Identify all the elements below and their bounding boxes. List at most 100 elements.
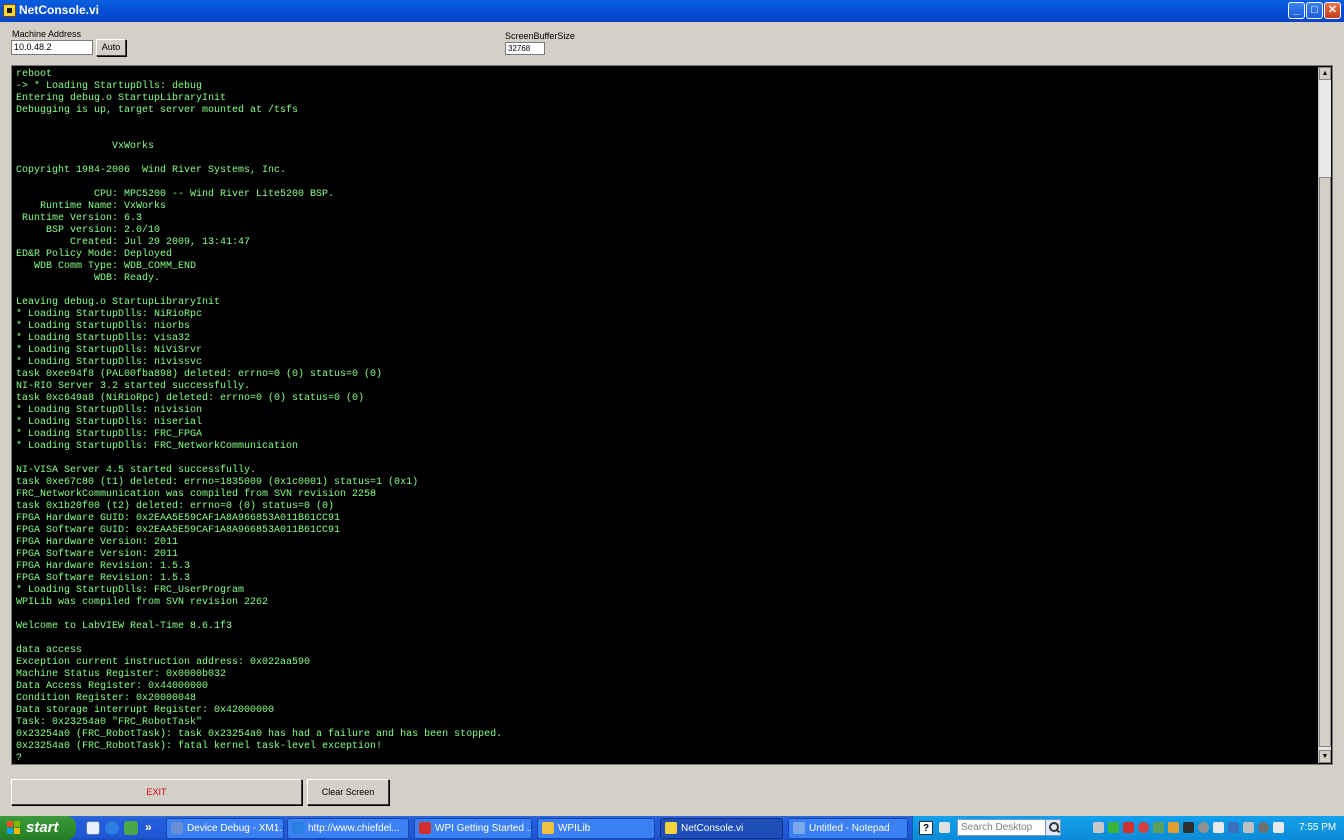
tray-icon-signal[interactable]	[1108, 822, 1119, 833]
console-line: * Loading StartupDlls: FRC_UserProgram	[16, 585, 245, 596]
search-icon[interactable]	[1045, 819, 1061, 836]
clear-screen-button[interactable]: Clear Screen	[307, 779, 389, 805]
start-label: start	[26, 819, 59, 836]
console-line: task 0xee94f8 (PAL00fba898) deleted: err…	[16, 369, 383, 380]
quicklaunch-overflow-icon[interactable]: »	[145, 820, 152, 834]
help-icon[interactable]: ?	[919, 821, 933, 835]
tray-icon-9[interactable]	[1213, 822, 1224, 833]
scroll-up-arrow-icon[interactable]: ▲	[1319, 67, 1331, 80]
console-line: FPGA Hardware GUID: 0x2EAA5E59CAF1A8A966…	[16, 513, 341, 524]
taskbar-item-label: Device Debug - XM1...	[187, 823, 284, 834]
scrollbar-thumb[interactable]	[1319, 177, 1331, 747]
taskbar-item[interactable]: Untitled - Notepad	[788, 818, 908, 839]
scroll-down-arrow-icon[interactable]: ▼	[1319, 750, 1331, 763]
console-line: FRC_NetworkCommunication was compiled fr…	[16, 489, 377, 500]
minimize-button[interactable]: _	[1288, 2, 1305, 19]
console-line: * Loading StartupDlls: FRC_FPGA	[16, 429, 203, 440]
console-line: CPU: MPC5200 -- Wind River Lite5200 BSP.	[16, 189, 335, 200]
machine-address-input[interactable]: 10.0.48.2	[11, 40, 93, 55]
console-line: Machine Status Register: 0x0000b032	[16, 669, 227, 680]
app-icon[interactable]	[3, 4, 16, 17]
taskbar-item-label: WPILib	[558, 823, 591, 834]
taskbar-item-icon	[292, 822, 304, 834]
console-line: ?	[16, 753, 23, 763]
console-line: Leaving debug.o StartupLibraryInit	[16, 297, 221, 308]
taskbar-item[interactable]: WPI Getting Started ...	[414, 818, 532, 839]
console-line: Runtime Version: 6.3	[16, 213, 143, 224]
tray-icon-5[interactable]	[1153, 822, 1164, 833]
console-line: Condition Register: 0x20000048	[16, 693, 197, 704]
console-line: FPGA Hardware Version: 2011	[16, 537, 179, 548]
console-line: * Loading StartupDlls: NiViSrvr	[16, 345, 203, 356]
console-line: 0x23254a0 (FRC_RobotTask): fatal kernel …	[16, 741, 383, 752]
machine-address-label: Machine Address	[12, 29, 82, 39]
taskbar-item[interactable]: Device Debug - XM1...	[166, 818, 284, 839]
console-line: * Loading StartupDlls: nivissvc	[16, 357, 203, 368]
console-line: BSP version: 2.0/10	[16, 225, 161, 236]
tray-icon-6[interactable]	[1168, 822, 1179, 833]
taskbar-item-label: WPI Getting Started ...	[435, 823, 532, 834]
clock[interactable]: 7:55 PM	[1299, 816, 1336, 840]
taskbar-item-icon	[793, 822, 805, 834]
taskbar-item-icon	[419, 822, 431, 834]
media-icon[interactable]	[124, 821, 138, 835]
console-line: * Loading StartupDlls: niserial	[16, 417, 203, 428]
desktop-search-input[interactable]: Search Desktop	[957, 819, 1057, 836]
tray-icon-3[interactable]	[1123, 822, 1134, 833]
taskbar: start » Device Debug - XM1... http://www.…	[0, 816, 1344, 840]
console-line: Data storage interrupt Register: 0x42000…	[16, 705, 275, 716]
taskbar-item[interactable]: http://www.chiefdel...	[287, 818, 409, 839]
console-output[interactable]: reboot -> * Loading StartupDlls: debug Ent…	[13, 67, 1319, 763]
close-button[interactable]: ✕	[1324, 2, 1341, 19]
console-line: Created: Jul 29 2009, 13:41:47	[16, 237, 251, 248]
system-tray: ? Search Desktop 7:55 PM	[912, 816, 1344, 840]
internet-explorer-icon[interactable]	[105, 821, 119, 835]
tray-icon-1[interactable]	[1093, 822, 1104, 833]
exit-button[interactable]: EXIT	[11, 779, 302, 805]
taskbar-item-icon	[542, 822, 554, 834]
taskbar-item-label: http://www.chiefdel...	[308, 823, 400, 834]
tray-icon-8[interactable]	[1198, 822, 1209, 833]
taskbar-item-label: NetConsole.vi	[681, 823, 744, 834]
taskbar-item-icon	[665, 822, 677, 834]
console-line: * Loading StartupDlls: FRC_NetworkCommun…	[16, 441, 299, 452]
console-line: * Loading StartupDlls: NiRioRpc	[16, 309, 203, 320]
console-line: WPILib was compiled from SVN revision 22…	[16, 597, 269, 608]
console-line: task 0xc649a8 (NiRioRpc) deleted: errno=…	[16, 393, 365, 404]
tray-icon-7[interactable]	[1183, 822, 1194, 833]
console-line: FPGA Software Version: 2011	[16, 549, 179, 560]
console-line: NI-VISA Server 4.5 started successfully.	[16, 465, 257, 476]
console-line: FPGA Software Revision: 1.5.3	[16, 573, 191, 584]
taskbar-item-icon	[171, 822, 183, 834]
console-line: task 0xe67c80 (t1) deleted: errno=183500…	[16, 477, 419, 488]
auto-button[interactable]: Auto	[96, 39, 126, 56]
title-bar[interactable]: NetConsole.vi _ □ ✕	[0, 0, 1344, 22]
display-icon[interactable]	[1273, 822, 1284, 833]
tray-icon-10[interactable]	[1228, 822, 1239, 833]
start-button[interactable]: start	[0, 816, 76, 840]
screen-buffer-size-input[interactable]: 32768	[505, 42, 545, 55]
console-line: NI-RIO Server 3.2 started successfully.	[16, 381, 251, 392]
taskbar-item[interactable]: WPILib	[537, 818, 655, 839]
volume-icon[interactable]	[1243, 822, 1254, 833]
console-scrollbar[interactable]: ▲ ▼	[1318, 67, 1331, 763]
console-line: ED&R Policy Mode: Deployed	[16, 249, 173, 260]
network-tray-icon[interactable]	[939, 822, 950, 833]
console-line: FPGA Hardware Revision: 1.5.3	[16, 561, 191, 572]
console-frame: reboot -> * Loading StartupDlls: debug Ent…	[11, 65, 1333, 765]
tray-icon-12[interactable]	[1258, 822, 1269, 833]
console-line: VxWorks	[16, 141, 155, 152]
taskbar-item[interactable]: NetConsole.vi	[660, 818, 783, 839]
tray-icon-4[interactable]	[1138, 822, 1149, 833]
console-line: Runtime Name: VxWorks	[16, 201, 167, 212]
maximize-button[interactable]: □	[1306, 2, 1323, 19]
desktop-icon[interactable]	[86, 821, 100, 835]
console-line: FPGA Software GUID: 0x2EAA5E59CAF1A8A966…	[16, 525, 341, 536]
